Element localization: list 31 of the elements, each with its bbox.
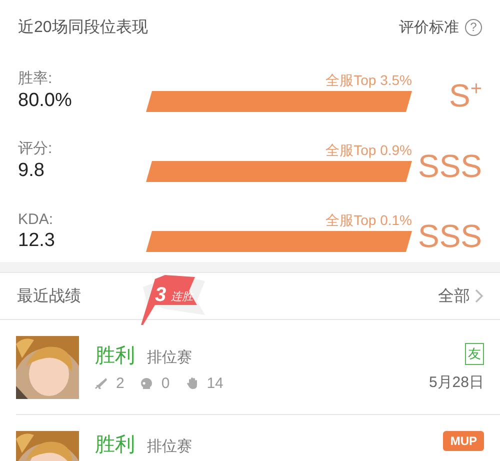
hand-icon <box>186 377 199 390</box>
stat-label: 胜率: <box>18 69 54 88</box>
section-title: 近20场同段位表现 <box>18 18 148 38</box>
stat-count: 2 <box>116 375 124 392</box>
section-title: 最近战绩 <box>17 286 82 306</box>
stat-count: 0 <box>161 375 170 392</box>
match-mode: 排位赛 <box>147 437 192 456</box>
help-icon[interactable]: ? <box>465 18 482 36</box>
stat-label: KDA: <box>18 211 54 228</box>
stat-value: 9.8 <box>18 160 46 182</box>
stat-value: 80.0% <box>18 90 73 112</box>
view-all-link[interactable]: 全部 <box>438 286 484 306</box>
stat-value: 12.3 <box>18 230 56 252</box>
rank-text: 全服Top 0.1% <box>326 212 412 230</box>
match-result: 胜利 <box>95 344 135 369</box>
grade-text: S$^{+}$ <box>448 79 482 112</box>
rank-text: 全服Top 0.9% <box>326 142 412 160</box>
match-result: 胜利 <box>95 433 135 458</box>
stat-label: 评分: <box>18 139 54 158</box>
match-tag: MUP <box>443 431 484 451</box>
match-tag: 友 <box>465 342 484 364</box>
stat-count: 14 <box>206 375 224 392</box>
match-mode: 排位赛 <box>147 348 192 367</box>
chevron-icon <box>474 288 484 304</box>
grade-text: SSS <box>416 220 482 252</box>
sword-icon <box>95 377 108 390</box>
rank-text: 全服Top 3.5% <box>326 72 412 90</box>
grade-text: SSS <box>416 150 482 182</box>
skull-icon <box>140 377 154 390</box>
rating-criteria-link[interactable]: 评价标准 <box>399 18 459 36</box>
match-date: 5月28日 <box>428 372 484 392</box>
